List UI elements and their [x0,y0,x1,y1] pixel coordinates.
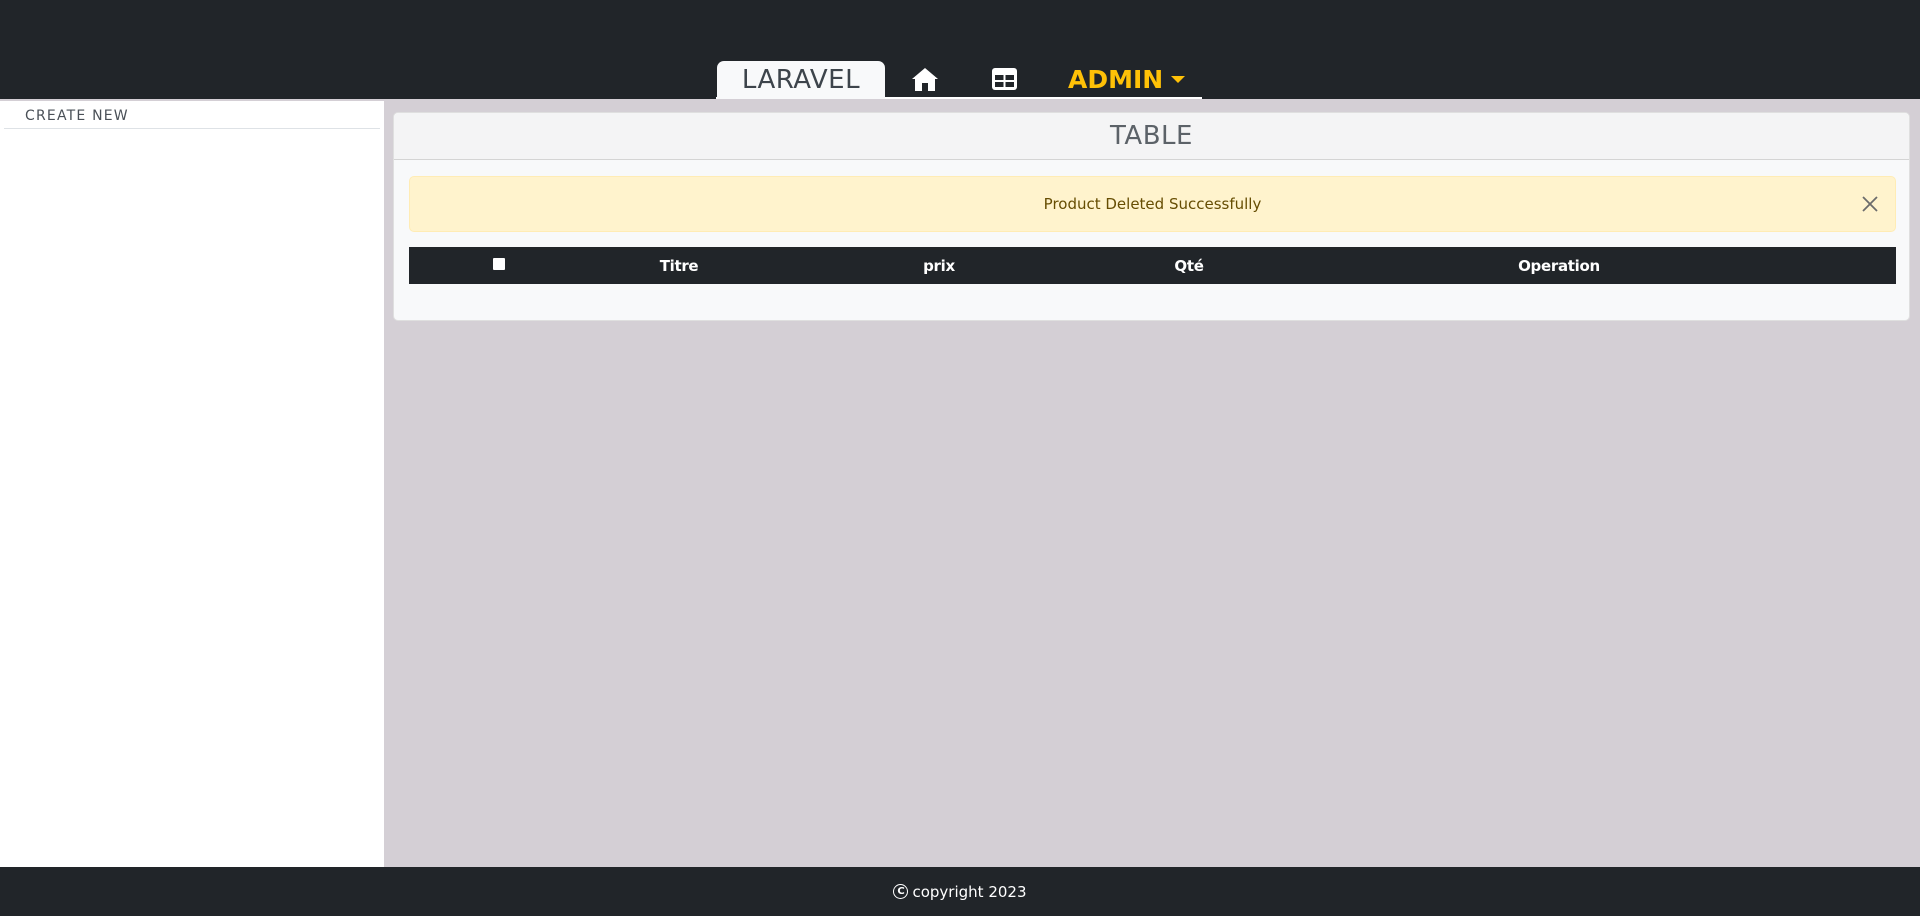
close-icon[interactable] [1859,193,1881,215]
table-header-prix[interactable]: prix [849,247,1029,284]
table-header-checkbox-cell [409,247,589,284]
table-header-titre[interactable]: Titre [589,247,769,284]
alert-message: Product Deleted Successfully [1043,195,1262,213]
table-card: TABLE Product Deleted Successfully Titre… [393,112,1910,321]
success-alert: Product Deleted Successfully [409,176,1896,232]
sidebar: CREATE NEW [0,101,384,867]
card-title: TABLE [394,113,1909,160]
admin-dropdown[interactable]: ADMIN [1068,63,1186,95]
caret-down-icon [1171,75,1186,83]
sidebar-item-label: CREATE NEW [25,107,129,124]
table-header-qte[interactable]: Qté [1099,247,1279,284]
sidebar-item-create-new[interactable]: CREATE NEW [4,103,380,129]
brand-tab-laravel[interactable]: LARAVEL [717,61,885,99]
table-icon[interactable] [988,64,1020,94]
top-navbar: LARAVEL ADMIN [0,0,1920,99]
footer-text: copyright 2023 [912,882,1027,901]
table-header-row: Titre prix Qté Operation [409,247,1896,284]
copyright-icon: C [893,884,909,899]
home-icon[interactable] [909,64,941,94]
select-all-checkbox[interactable] [493,257,505,270]
table-header-operation[interactable]: Operation [1409,247,1709,284]
admin-label: ADMIN [1068,64,1164,94]
footer: C copyright 2023 [0,867,1920,916]
